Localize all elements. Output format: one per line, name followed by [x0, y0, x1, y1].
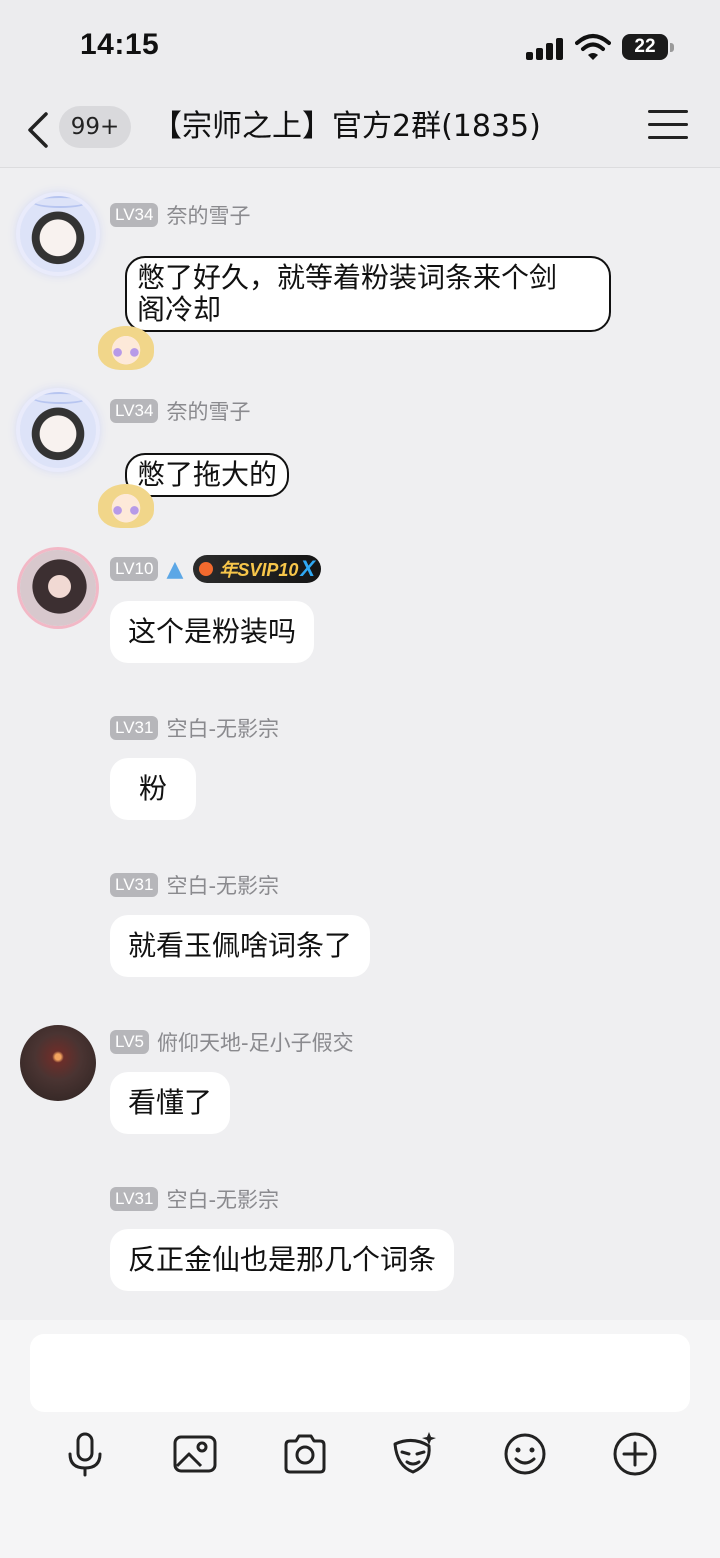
- message-text: 憋了拖大的: [137, 458, 278, 491]
- avatar[interactable]: [20, 1025, 96, 1101]
- message-bubble[interactable]: 这个是粉装吗: [110, 601, 315, 663]
- sticker-icon[interactable]: [389, 1430, 437, 1478]
- message-input[interactable]: [30, 1334, 690, 1412]
- whale-icon: ▲: [166, 556, 184, 582]
- emoji-icon[interactable]: [501, 1430, 549, 1478]
- level-badge: LV31: [110, 716, 159, 740]
- sender-name[interactable]: 奈的雪子: [166, 200, 250, 230]
- status-bar: 14:15 22: [0, 0, 720, 96]
- sender-meta: LV31 空白-无影宗: [110, 1186, 279, 1212]
- bubble-decoration-sticker: [98, 326, 154, 370]
- message-bubble[interactable]: 反正金仙也是那几个词条: [110, 1229, 455, 1291]
- message-text: 看懂了: [128, 1086, 213, 1119]
- menu-icon[interactable]: [648, 110, 688, 144]
- chat-header: 99+ 【宗师之上】官方2群(1835): [0, 96, 720, 168]
- sender-meta: LV34 奈的雪子: [110, 202, 250, 228]
- sender-meta: LV34 奈的雪子: [110, 398, 250, 424]
- unread-badge[interactable]: 99+: [59, 106, 131, 148]
- avatar[interactable]: [20, 550, 96, 626]
- sender-name[interactable]: 空白-无影宗: [166, 713, 279, 743]
- status-time: 14:15: [80, 28, 160, 61]
- message-bubble[interactable]: 憋了拖大的: [125, 453, 290, 497]
- avatar[interactable]: [20, 392, 96, 468]
- level-badge: LV10: [110, 557, 159, 581]
- level-badge: LV34: [110, 203, 159, 227]
- signal-icon: [526, 38, 566, 60]
- sender-name[interactable]: 空白-无影宗: [166, 1184, 279, 1214]
- sender-meta: LV5 俯仰天地-足小子假交: [110, 1029, 354, 1055]
- sender-meta: LV10 ▲ 年SVIP10X: [110, 555, 322, 583]
- avatar[interactable]: [20, 196, 96, 272]
- level-badge: LV5: [110, 1030, 149, 1054]
- camera-icon[interactable]: [281, 1430, 329, 1478]
- message-text: 这个是粉装吗: [128, 615, 297, 648]
- sender-name[interactable]: 奈的雪子: [166, 396, 250, 426]
- group-title[interactable]: 【宗师之上】官方2群(1835): [152, 106, 541, 148]
- svip-label: SVIP10: [237, 560, 299, 580]
- message-text-line: 憋了好久，就等着粉装词条来个剑: [137, 261, 558, 294]
- level-badge: LV34: [110, 399, 159, 423]
- svip-x: X: [300, 556, 316, 581]
- message-bubble[interactable]: 就看玉佩啥词条了: [110, 915, 371, 977]
- sender-meta: LV31 空白-无影宗: [110, 715, 279, 741]
- sender-name[interactable]: 俯仰天地-足小子假交: [157, 1027, 354, 1057]
- back-arrow-icon[interactable]: [22, 108, 56, 152]
- message-bubble[interactable]: 粉: [110, 758, 196, 820]
- level-badge: LV31: [110, 1187, 159, 1211]
- level-badge: LV31: [110, 873, 159, 897]
- battery-icon: 22: [622, 34, 674, 60]
- message-text-line: 阁冷却: [137, 293, 222, 326]
- message-text: 粉: [138, 772, 167, 805]
- message-text: 反正金仙也是那几个词条: [128, 1243, 437, 1276]
- sender-meta: LV31 空白-无影宗: [110, 872, 279, 898]
- microphone-icon[interactable]: [61, 1430, 109, 1478]
- message-bubble[interactable]: 看懂了: [110, 1072, 231, 1134]
- wifi-icon: [575, 34, 611, 60]
- svip-prefix: 年: [219, 560, 238, 580]
- plus-icon[interactable]: [611, 1430, 659, 1478]
- message-bubble[interactable]: 憋了好久，就等着粉装词条来个剑 阁冷却: [125, 256, 611, 332]
- sender-name[interactable]: 空白-无影宗: [166, 870, 279, 900]
- input-area: [0, 1320, 720, 1558]
- bubble-decoration-sticker: [98, 484, 154, 528]
- image-icon[interactable]: [171, 1430, 219, 1478]
- message-text: 就看玉佩啥词条了: [128, 929, 353, 962]
- svip-badge[interactable]: 年SVIP10X: [193, 555, 322, 583]
